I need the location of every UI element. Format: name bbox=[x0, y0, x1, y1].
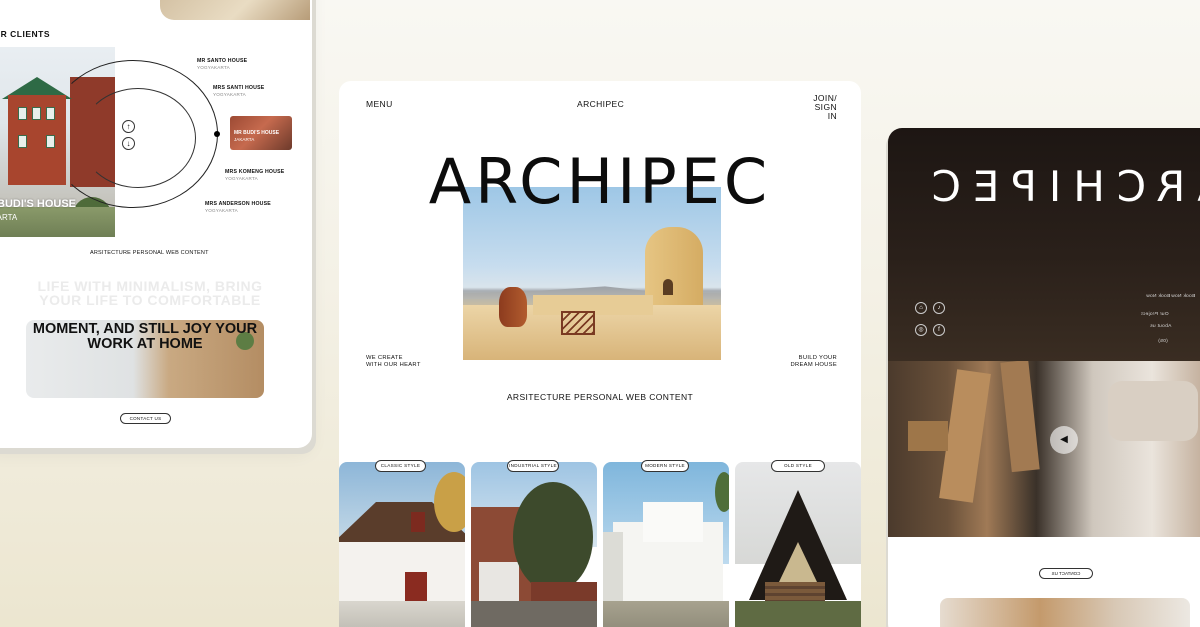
style-tag-classic[interactable]: CLASSIC STYLE bbox=[375, 460, 426, 472]
client-name: MR SANTO HOUSE bbox=[197, 58, 248, 64]
menu-item[interactable]: About us bbox=[1150, 324, 1171, 329]
ghost-headline: LIFE WITH MINIMALISM, BRING YOUR LIFE TO… bbox=[37, 278, 263, 308]
tile-ground bbox=[603, 601, 729, 627]
upper-floor bbox=[643, 502, 703, 542]
mirrored-brand-title: ARCHIPEC bbox=[919, 162, 1200, 211]
page-number: (05) bbox=[1158, 339, 1168, 344]
orbit-ring-inner bbox=[80, 88, 196, 188]
house-window bbox=[32, 107, 41, 120]
tiktok-icon[interactable]: ♪ bbox=[933, 302, 945, 314]
tile-ground bbox=[735, 601, 861, 627]
instagram-icon[interactable]: ◎ bbox=[915, 324, 927, 336]
style-tag-industrial[interactable]: INDUSTRIAL STYLE bbox=[507, 460, 559, 472]
featured-client-city: AKARTA bbox=[0, 213, 18, 222]
wooden-railing bbox=[561, 311, 595, 335]
home-page-card: MENU ARCHIPEC JOIN/ SIGN IN ARCHIPEC WE … bbox=[339, 81, 861, 627]
client-name: MRS SANTI HOUSE bbox=[213, 85, 265, 91]
wood-plank bbox=[1000, 361, 1040, 473]
featured-client-name: R BUDI'S HOUSE bbox=[0, 198, 77, 210]
orbit-active-dot bbox=[214, 131, 220, 137]
tower bbox=[645, 227, 703, 307]
home-icon[interactable]: ⌂ bbox=[915, 302, 927, 314]
interior-photo bbox=[888, 361, 1200, 537]
tree bbox=[715, 472, 729, 512]
client-name: MRS KOMENG HOUSE bbox=[225, 169, 285, 175]
style-tag-modern[interactable]: MODERN STYLE bbox=[641, 460, 689, 472]
client-city: YOGYAKARTA bbox=[205, 208, 238, 213]
wood-block bbox=[908, 421, 948, 451]
client-name: MRS ANDERSON HOUSE bbox=[205, 201, 271, 207]
client-city: YOGYAKARTA bbox=[225, 176, 258, 181]
chair bbox=[1108, 381, 1198, 441]
sign-in-label: SIGN IN bbox=[814, 102, 837, 121]
client-list-item[interactable]: MRS ANDERSON HOUSE YOGYAKARTA bbox=[205, 201, 271, 213]
client-city: YOGYAKARTA bbox=[197, 65, 230, 70]
house-window bbox=[18, 135, 27, 148]
left-caption: WE CREATE WITH OUR HEART bbox=[366, 355, 421, 368]
mirrored-page-card: ARCHIPEC ⌂ ♪ ◎ f Book Now Book Now Our P… bbox=[888, 128, 1200, 627]
join-sign-in-link[interactable]: JOIN/ SIGN IN bbox=[805, 94, 837, 121]
right-caption-line: BUILD YOUR bbox=[798, 355, 837, 361]
client-page-card: UR CLIENTS R BUDI'S HOUSE AKARTA ↑ ↓ MR … bbox=[0, 0, 312, 448]
play-icon[interactable]: ◀ bbox=[1050, 426, 1078, 454]
left-caption-line: WE CREATE bbox=[366, 355, 403, 361]
brand-link[interactable]: ARCHIPEC bbox=[577, 99, 624, 109]
facebook-icon[interactable]: f bbox=[933, 324, 945, 336]
hero-title: ARCHIPEC bbox=[428, 145, 772, 218]
client-city: YOGYAKARTA bbox=[213, 92, 246, 97]
client-city-active: JAKARTA bbox=[234, 137, 255, 142]
lawn bbox=[0, 207, 115, 237]
arrow-down-icon[interactable]: ↓ bbox=[122, 137, 135, 150]
tower-door bbox=[663, 279, 673, 295]
contact-us-button[interactable]: CONTACT US bbox=[120, 413, 171, 424]
client-list-item[interactable]: MR SANTO HOUSE YOGYAKARTA bbox=[197, 58, 247, 70]
tile-ground bbox=[471, 601, 597, 627]
side-wall bbox=[603, 532, 623, 612]
style-tile-modern[interactable] bbox=[603, 462, 729, 627]
left-tagline: ARSITECTURE PERSONAL WEB CONTENT bbox=[90, 250, 209, 256]
top-photo-strip bbox=[160, 0, 310, 20]
menu-item[interactable]: Book Now bbox=[1146, 294, 1170, 299]
right-caption-line: DREAM HOUSE bbox=[790, 361, 837, 368]
clay-pot bbox=[499, 287, 527, 327]
style-tile-classic[interactable] bbox=[339, 462, 465, 627]
tree bbox=[513, 482, 593, 592]
menu-link[interactable]: MENU bbox=[366, 99, 393, 109]
right-caption: BUILD YOUR DREAM HOUSE bbox=[785, 355, 837, 368]
house-window bbox=[411, 512, 425, 532]
client-list-item[interactable]: MRS SANTI HOUSE YOGYAKARTA bbox=[213, 85, 264, 97]
clients-section-title: UR CLIENTS bbox=[0, 29, 50, 39]
contact-us-button[interactable]: CONTACT US bbox=[1039, 568, 1093, 579]
workspace-photo bbox=[940, 598, 1190, 627]
client-list-item[interactable]: MRS KOMENG HOUSE YOGYAKARTA bbox=[225, 169, 284, 181]
style-tag-old[interactable]: OLD STYLE bbox=[771, 460, 825, 472]
menu-item[interactable]: Book Now bbox=[1171, 294, 1195, 299]
style-tile-industrial[interactable] bbox=[471, 462, 597, 627]
style-tile-old[interactable] bbox=[735, 462, 861, 627]
left-caption-line: WITH OUR HEART bbox=[366, 361, 421, 368]
client-name-active: MR BUDI'S HOUSE bbox=[234, 130, 280, 136]
menu-item[interactable]: Our Project bbox=[1141, 312, 1169, 317]
arrow-up-icon[interactable]: ↑ bbox=[122, 120, 135, 133]
panel-headline: MOMENT, AND STILL JOY YOUR WORK AT HOME bbox=[32, 321, 258, 352]
center-tagline: ARSITECTURE PERSONAL WEB CONTENT bbox=[506, 392, 694, 402]
house-window bbox=[18, 107, 27, 120]
tile-ground bbox=[339, 601, 465, 627]
